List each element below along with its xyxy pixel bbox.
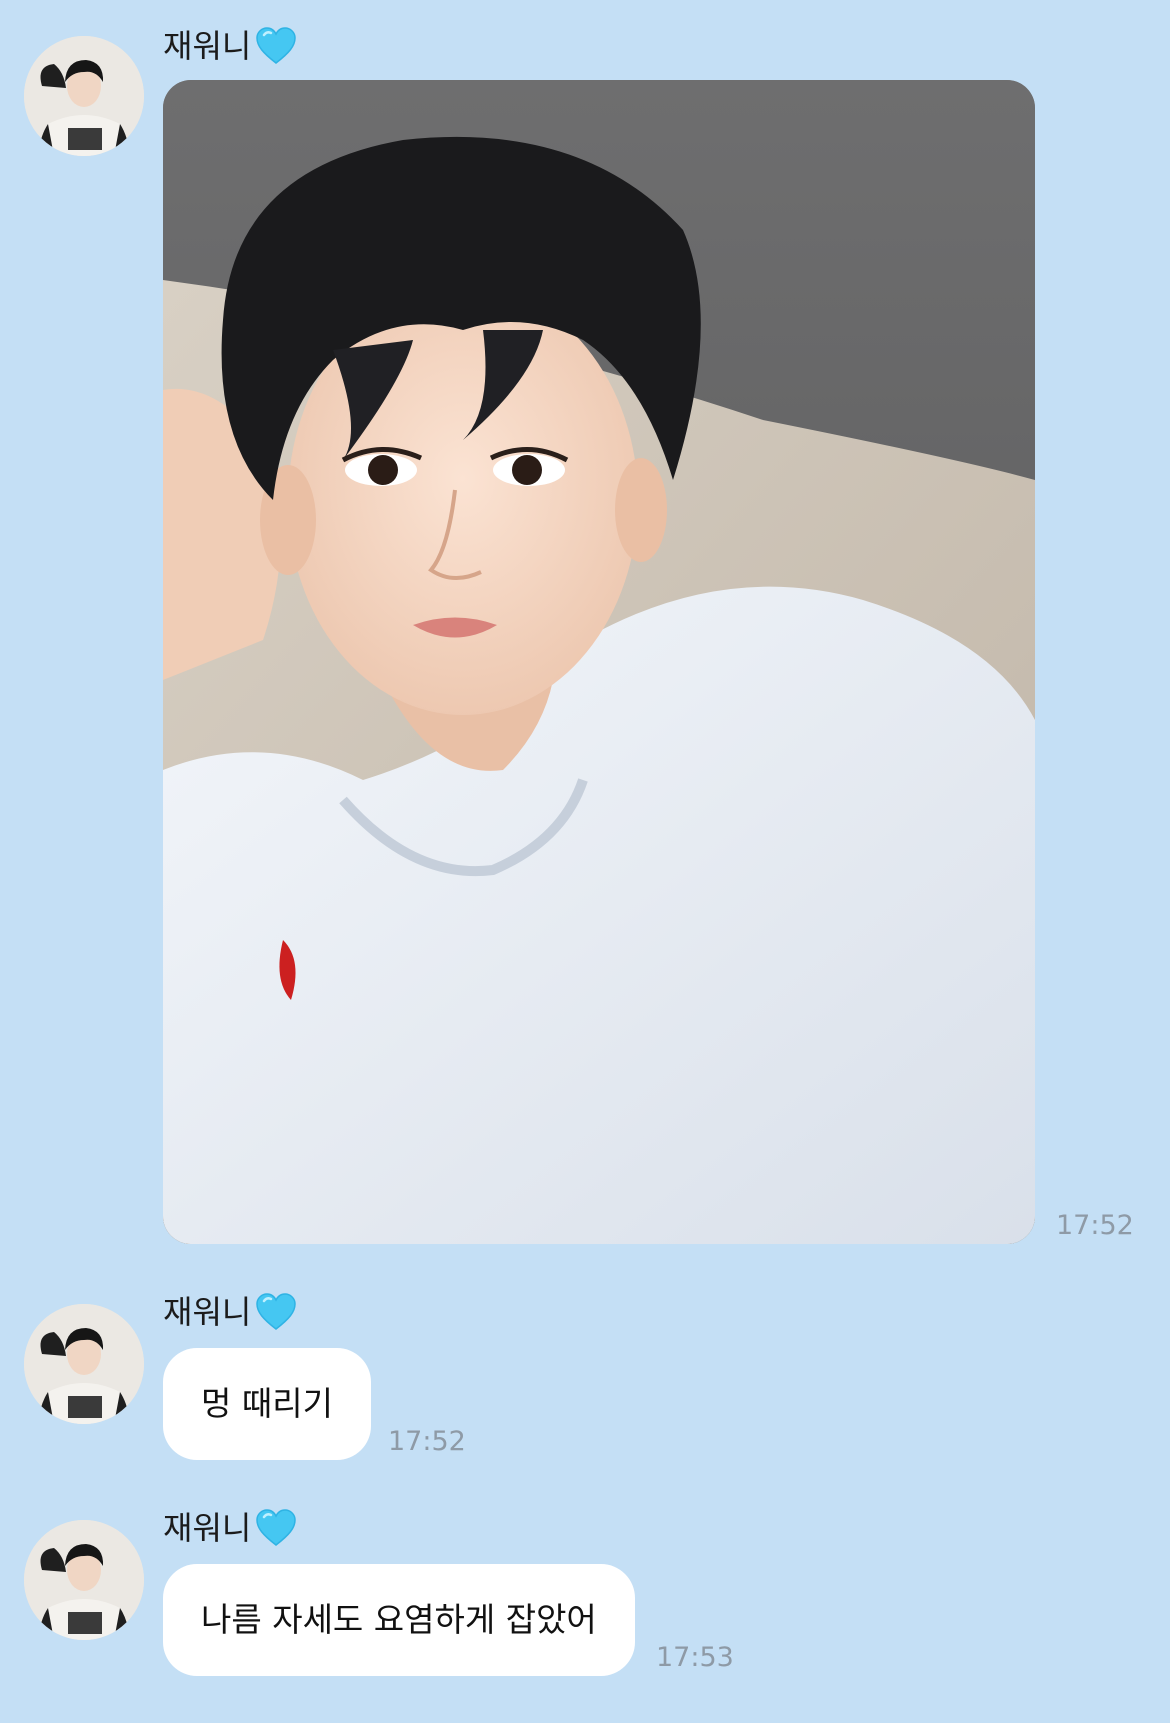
light-blue-heart-icon: [255, 26, 297, 66]
timestamp: 17:52: [1056, 1210, 1134, 1241]
timestamp: 17:53: [656, 1642, 734, 1673]
sender-name: 재워니: [163, 1292, 297, 1332]
sender-name-text: 재워니: [163, 1509, 252, 1547]
chat-log: 재워니 17:52 재워니 멍 때리기 17:52 재워니 나름 자세도 요염하…: [0, 0, 1170, 1723]
avatar-image: [24, 36, 144, 156]
shared-photo[interactable]: [163, 80, 1035, 1244]
sender-avatar[interactable]: [24, 1304, 144, 1424]
avatar-image: [24, 1304, 144, 1424]
photo-image: [163, 80, 1035, 1244]
message-bubble[interactable]: 멍 때리기: [163, 1348, 371, 1460]
light-blue-heart-icon: [255, 1508, 297, 1548]
sender-avatar[interactable]: [24, 1520, 144, 1640]
sender-name: 재워니: [163, 1508, 297, 1548]
sender-name-text: 재워니: [163, 1293, 252, 1331]
timestamp: 17:52: [388, 1426, 466, 1457]
avatar-image: [24, 1520, 144, 1640]
message-bubble[interactable]: 나름 자세도 요염하게 잡았어: [163, 1564, 635, 1676]
sender-name-text: 재워니: [163, 27, 252, 65]
sender-name: 재워니: [163, 26, 297, 66]
light-blue-heart-icon: [255, 1292, 297, 1332]
sender-avatar[interactable]: [24, 36, 144, 156]
